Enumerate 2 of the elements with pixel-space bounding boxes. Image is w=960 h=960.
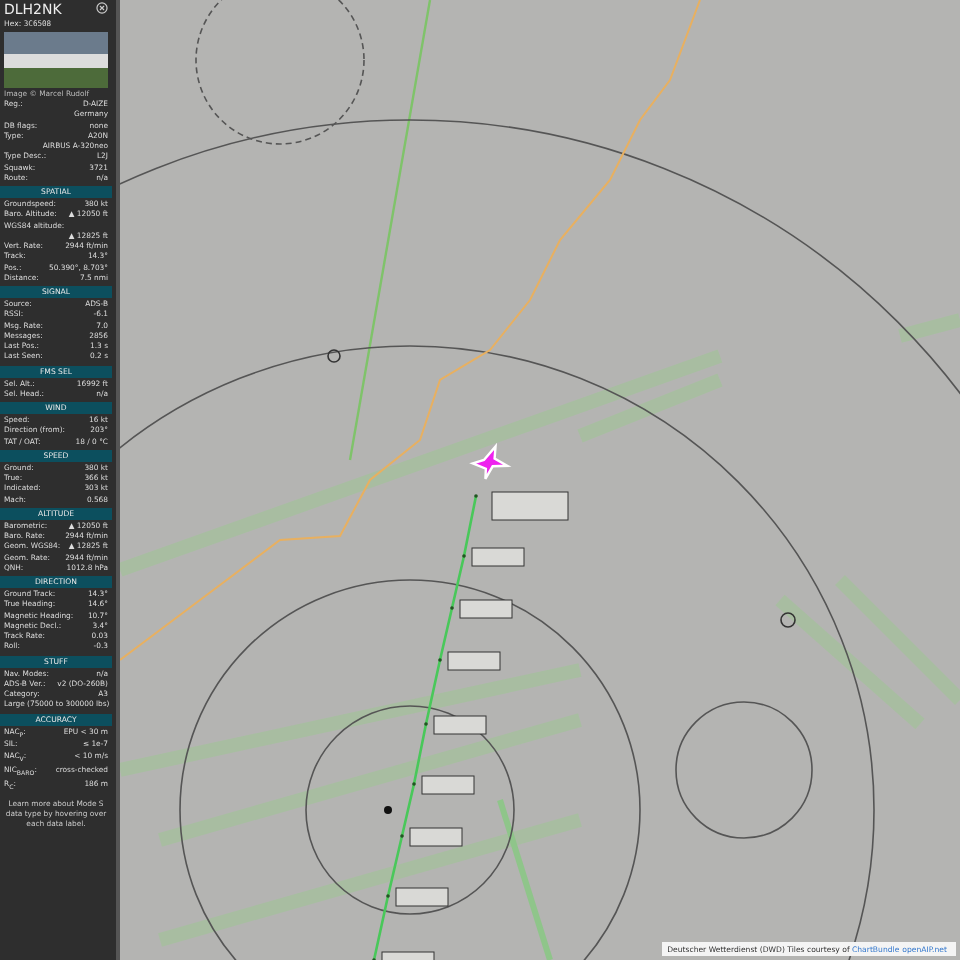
close-icon[interactable]: [96, 2, 108, 14]
photo-placeholder: [4, 32, 108, 88]
